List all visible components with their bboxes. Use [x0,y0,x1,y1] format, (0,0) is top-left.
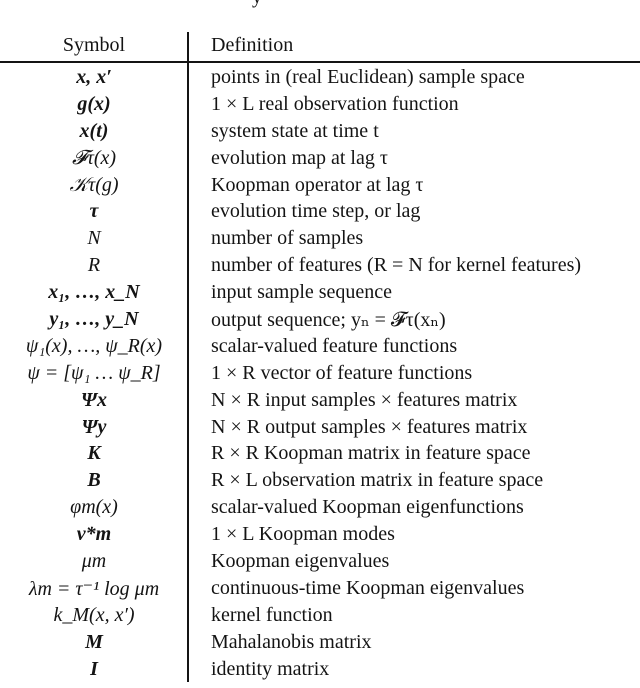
symbol-cell: Ψx [81,388,107,411]
definition-cell: scalar-valued feature functions [211,334,458,357]
definition-cell: identity matrix [211,657,330,680]
symbol-cell: x(t) [79,119,109,142]
table-row: k_M(x, x′) kernel function [0,602,640,629]
definition-cell: R × L observation matrix in feature spac… [211,469,544,492]
symbol-cell: N [87,227,101,250]
table-row: ψ = [ψ₁ … ψ_R] 1 × R vector of feature fu… [0,360,640,387]
symbol-cell: ψ = [ψ₁ … ψ_R] [27,361,161,384]
symbol-cell: 𝓕τ(x) [71,146,117,169]
table-row: B R × L observation matrix in feature spa… [0,467,640,494]
symbol-cell: λm = τ⁻¹ log μm [28,577,160,600]
symbol-cell: I [90,657,98,680]
table-row: Nnumber of samples [0,225,640,252]
definition-cell: 1 × R vector of feature functions [211,361,473,384]
table-row: Rnumber of features (R = N for kernel fe… [0,252,640,279]
definition-cell: N × R output samples × features matrix [211,415,528,438]
symbol-cell: ψ₁(x), …, ψ_R(x) [25,334,163,357]
table-row: 𝓕τ(x) evolution map at lag τ [0,145,640,172]
definition-cell: output sequence; yₙ = 𝓕τ(xₙ) [211,308,446,331]
definition-cell: number of samples [211,227,364,250]
table-row: Ψy N × R output samples × features matrix [0,414,640,441]
symbol-cell: M [85,630,103,653]
definition-cell: Mahalanobis matrix [211,630,372,653]
symbol-cell: B [87,469,101,492]
definition-cell: continuous-time Koopman eigenvalues [211,576,525,599]
symbol-cell: Ψy [81,415,107,438]
table-row: φm(x) scalar-valued Koopman eigenfunction… [0,494,640,521]
definition-cell: 1 × L real observation function [211,92,459,115]
table-row: Ψx N × R input samples × features matrix [0,387,640,414]
definition-cell: N × R input samples × features matrix [211,388,518,411]
table-row: v*m 1 × L Koopman modes [0,521,640,548]
notation-table: x, x′ points in (real Euclidean) sample s… [0,64,640,682]
table-row: M Mahalanobis matrix [0,629,640,656]
symbol-cell: g(x) [77,92,111,115]
symbol-cell: y₁, …, y_N [49,307,139,330]
table-row: g(x) 1 × L real observation function [0,91,640,118]
definition-cell: scalar-valued Koopman eigenfunctions [211,496,524,519]
symbol-cell: R [87,254,101,277]
table-row: y₁, …, y_N output sequence; yₙ = 𝓕τ(xₙ) [0,306,640,333]
definition-cell: kernel function [211,603,333,626]
table-row: Iidentity matrix [0,656,640,683]
definition-cell: evolution map at lag τ [211,146,388,169]
table-row: x(t) system state at time t [0,118,640,145]
table-row: x₁, …, x_N input sample sequence [0,279,640,306]
definition-cell: evolution time step, or lag [211,200,421,223]
symbol-cell: v*m [76,523,112,546]
table-row: μm Koopman eigenvalues [0,548,640,575]
symbol-cell: x, x′ [76,65,112,88]
definition-cell: number of features (R = N for kernel fea… [211,254,582,277]
header-symbol: Symbol [62,34,126,56]
definition-cell: Koopman eigenvalues [211,549,390,572]
symbol-cell: μm [81,549,107,572]
table-row: τ evolution time step, or lag [0,198,640,225]
header-rule [0,61,640,63]
symbol-cell: φm(x) [70,496,118,519]
symbol-cell: τ [89,200,99,223]
symbol-cell: K [87,442,101,465]
definition-cell: system state at time t [211,119,379,142]
table-row: λm = τ⁻¹ log μm continuous-time Koopman e… [0,575,640,602]
table-row: ψ₁(x), …, ψ_R(x) scalar-valued feature fu… [0,333,640,360]
definition-cell: input sample sequence [211,281,393,304]
table-row: x, x′ points in (real Euclidean) sample s… [0,64,640,91]
definition-cell: R × R Koopman matrix in feature space [211,442,531,465]
table-row: 𝒦τ(g) Koopman operator at lag τ [0,172,640,199]
symbol-cell: 𝒦τ(g) [69,173,119,196]
header-definition: Definition [211,34,294,56]
caption-fragment: y [252,0,262,9]
table-row: K R × R Koopman matrix in feature space [0,440,640,467]
definition-cell: points in (real Euclidean) sample space [211,65,525,88]
definition-cell: 1 × L Koopman modes [211,523,395,546]
symbol-cell: x₁, …, x_N [48,281,140,304]
definition-cell: Koopman operator at lag τ [211,173,424,196]
symbol-cell: k_M(x, x′) [53,603,135,626]
